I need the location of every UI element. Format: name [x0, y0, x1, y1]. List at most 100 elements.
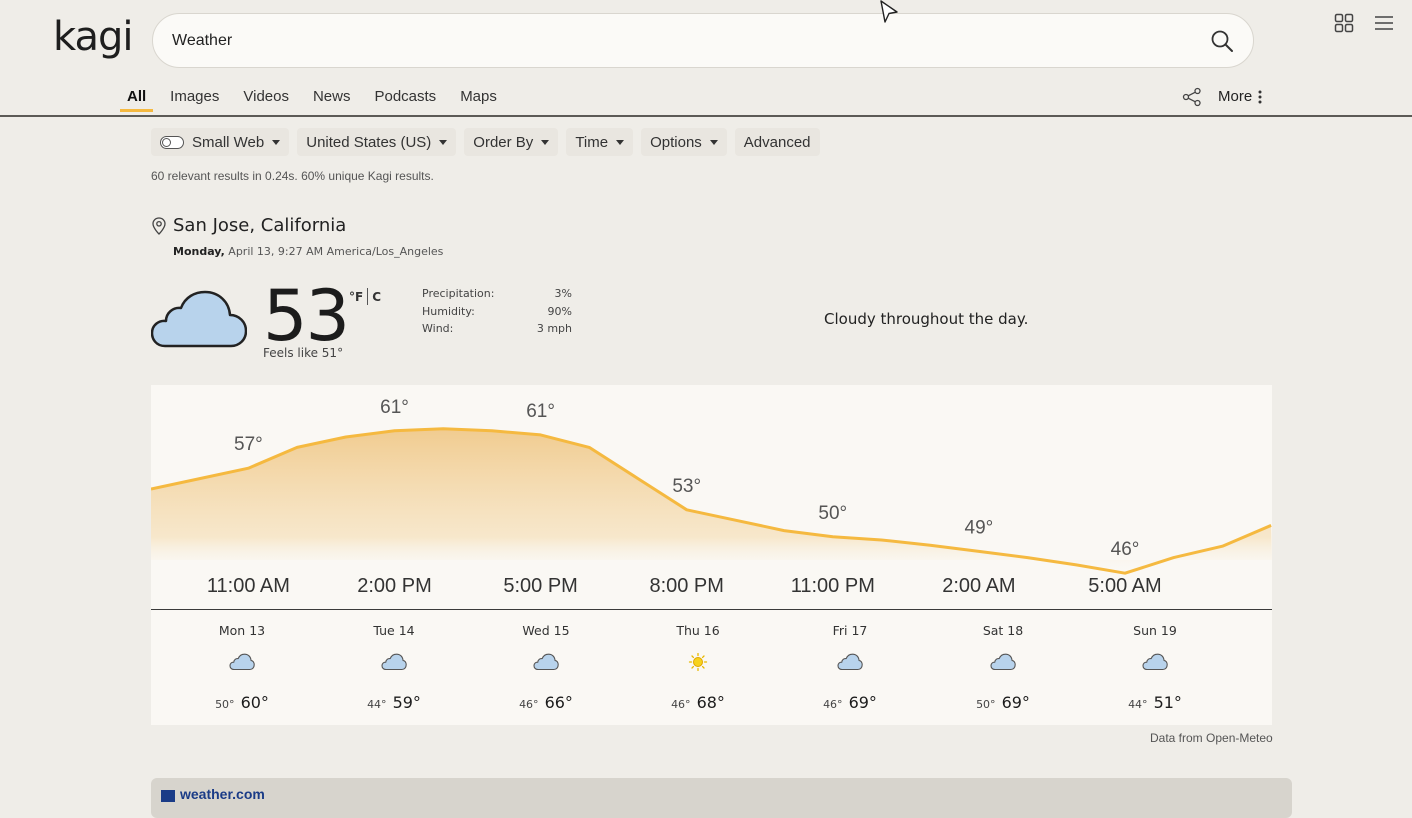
tab-podcasts[interactable]: Podcasts [367, 84, 443, 112]
cloud-icon [151, 290, 247, 348]
chevron-down-icon [272, 139, 281, 145]
detail-value: 3% [554, 287, 572, 300]
small-web-filter[interactable]: Small Web [151, 128, 290, 156]
hamburger-menu-icon[interactable] [1374, 13, 1394, 33]
weather-datetime: Monday, April 13, 9:27 AM America/Los_An… [173, 245, 443, 258]
day-temps: 46° 66° [486, 693, 606, 712]
low-temp: 50° [215, 698, 235, 711]
options-filter[interactable]: Options [641, 128, 727, 156]
unit-separator [367, 288, 369, 305]
weather-details: Precipitation: 3% Humidity: 90% Wind: 3 … [422, 287, 572, 340]
weather-summary: Cloudy throughout the day. [824, 310, 1029, 328]
day-temps: 44° 59° [334, 693, 454, 712]
search-icon[interactable] [1209, 28, 1235, 54]
location-pin-icon [152, 217, 166, 235]
hourly-time-label: 11:00 PM [791, 575, 875, 597]
detail-label: Wind: [422, 322, 454, 335]
more-label: More [1218, 88, 1253, 105]
region-label: United States (US) [306, 133, 432, 151]
advanced-label: Advanced [743, 133, 811, 151]
low-temp: 46° [671, 698, 691, 711]
unit-toggle: °F C [349, 288, 381, 305]
options-label: Options [650, 133, 702, 151]
tabs-divider [0, 115, 1412, 117]
time-label: Time [575, 133, 609, 151]
hourly-time-label: 2:00 PM [357, 575, 431, 597]
tab-all[interactable]: All [120, 84, 154, 112]
hourly-temp-label: 57° [234, 434, 263, 455]
detail-row-wind: Wind: 3 mph [422, 322, 572, 340]
tab-maps[interactable]: Maps [453, 84, 504, 112]
chevron-down-icon [439, 139, 448, 145]
day-temps: 46° 68° [638, 693, 758, 712]
low-temp: 44° [1128, 698, 1148, 711]
hourly-temp-label: 53° [672, 476, 701, 497]
high-temp: 68° [696, 693, 725, 712]
hourly-temp-label: 50° [818, 503, 847, 524]
temperature-area [151, 428, 1272, 574]
chevron-down-icon [709, 139, 718, 145]
search-input[interactable] [172, 14, 1172, 67]
tab-news[interactable]: News [306, 84, 358, 112]
search-box [152, 13, 1254, 68]
share-icon[interactable] [1182, 87, 1202, 107]
vertical-dots-icon [1258, 90, 1262, 103]
data-source[interactable]: Data from Open-Meteo [1150, 731, 1273, 745]
day-name: Wed 15 [522, 623, 570, 638]
detail-value: 3 mph [536, 322, 572, 335]
cloud-icon [1142, 653, 1168, 671]
hourly-temperature-chart: 57° 11:00 AM 61° 2:00 PM 61° 5:00 PM 53° 8:00 P… [151, 397, 1272, 597]
mouse-cursor-icon [880, 0, 898, 23]
cloud-icon [229, 653, 255, 671]
hourly-temp-label: 49° [965, 517, 994, 538]
advanced-filter[interactable]: Advanced [734, 128, 820, 156]
kagi-logo[interactable]: kagi [53, 14, 133, 60]
hourly-temp-label: 61° [526, 401, 555, 422]
low-temp: 46° [823, 698, 843, 711]
cloud-icon [837, 653, 863, 671]
tab-images[interactable]: Images [163, 84, 226, 112]
detail-label: Precipitation: [422, 287, 495, 300]
day-name: Mon 13 [218, 623, 266, 638]
small-web-toggle[interactable] [160, 135, 184, 149]
region-filter[interactable]: United States (US) [297, 128, 457, 156]
more-button[interactable]: More [1218, 88, 1262, 105]
chevron-down-icon [616, 139, 625, 145]
detail-label: Humidity: [422, 304, 475, 318]
tab-videos[interactable]: Videos [236, 84, 296, 112]
favicon-icon [161, 790, 175, 802]
small-web-label: Small Web [192, 133, 265, 151]
day-temps: 50° 69° [943, 693, 1063, 712]
result-title[interactable]: weather.com [180, 786, 265, 802]
weather-day: Monday, [173, 245, 225, 258]
low-temp: 46° [519, 698, 539, 711]
detail-row-humidity: Humidity: 90% [422, 305, 572, 323]
hourly-temp-label: 61° [380, 397, 409, 418]
cloud-icon [381, 653, 407, 671]
day-name: Thu 16 [676, 623, 720, 638]
cloud-icon [990, 653, 1016, 671]
high-temp: 51° [1153, 693, 1182, 712]
order-by-filter[interactable]: Order By [464, 128, 559, 156]
unit-fahrenheit[interactable]: °F [349, 290, 363, 304]
unit-celsius[interactable]: C [372, 290, 381, 304]
result-card[interactable] [151, 778, 1292, 818]
hourly-time-label: 5:00 PM [503, 575, 577, 597]
day-temps: 50° 60° [182, 693, 302, 712]
results-stats: 60 relevant results in 0.24s. 60% unique… [151, 169, 434, 183]
high-temp: 69° [848, 693, 877, 712]
day-name: Sat 18 [982, 623, 1024, 638]
day-temps: 44° 51° [1095, 693, 1215, 712]
cloud-icon [533, 653, 559, 671]
hourly-time-label: 8:00 PM [649, 575, 723, 597]
apps-grid-icon[interactable] [1334, 13, 1354, 33]
order-by-label: Order By [473, 133, 534, 151]
sun-icon [688, 653, 708, 671]
hourly-time-label: 2:00 AM [942, 575, 1015, 597]
low-temp: 50° [976, 698, 996, 711]
high-temp: 60° [240, 693, 269, 712]
time-filter[interactable]: Time [566, 128, 634, 156]
weather-location: San Jose, California [173, 215, 347, 236]
day-temps: 46° 69° [790, 693, 910, 712]
filter-bar: Small Web United States (US) Order By Ti… [151, 128, 820, 156]
